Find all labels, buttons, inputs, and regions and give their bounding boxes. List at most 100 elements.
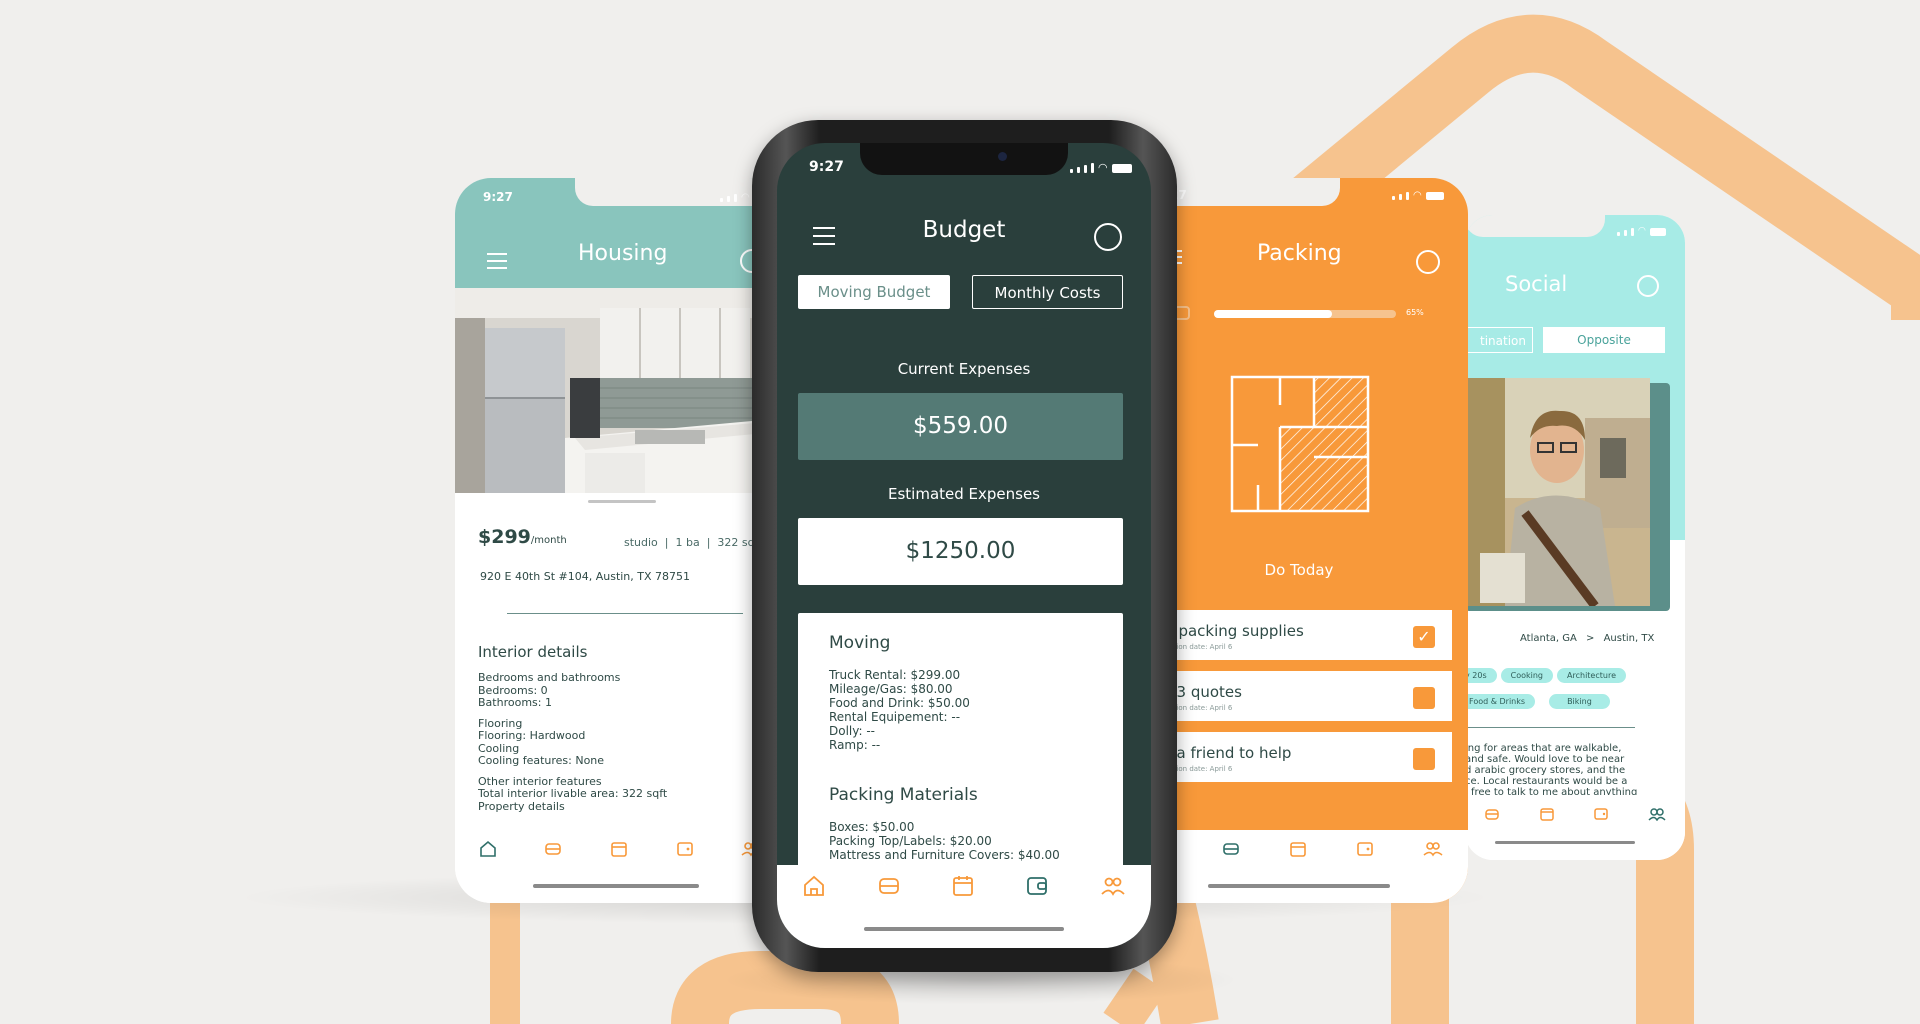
sheet-handle: [588, 500, 656, 503]
wifi-icon: ◠: [1098, 161, 1108, 174]
social-tab-opposite[interactable]: Opposite: [1543, 327, 1665, 353]
status-time: 9:27: [483, 190, 513, 204]
wallet-icon[interactable]: [1593, 807, 1609, 821]
box-icon[interactable]: [1484, 807, 1500, 821]
bio-line: and safe. Would love to be near: [1465, 754, 1625, 765]
social-tab-destination[interactable]: tination: [1465, 327, 1533, 353]
wallet-icon[interactable]: [676, 841, 694, 857]
task-item[interactable]: Get 3 quotes Completion date: April 6: [1130, 671, 1452, 721]
housing-title: Housing: [578, 241, 668, 266]
housing-status-icons: ◠: [720, 193, 750, 203]
breakdown-card: Moving Truck Rental: $299.00 Mileage/Gas:…: [798, 613, 1123, 873]
estimated-expenses-label: Estimated Expenses: [887, 485, 1040, 503]
progress-fill: [1214, 310, 1333, 318]
housing-screen: 9:27 ◠ Housing $299/month studio | 1 ba …: [455, 178, 785, 903]
price-value: $299: [478, 526, 531, 548]
route-from: Atlanta, GA: [1520, 633, 1577, 644]
packing-bottom-nav: [1130, 830, 1468, 903]
kitchen-photo: [455, 288, 785, 493]
budget-status-icons: ◠: [1070, 161, 1132, 174]
detail-line: Rental Equipement: --: [829, 710, 961, 724]
bio-line: ing for areas that are walkable,: [1465, 743, 1622, 754]
interest-tag[interactable]: Biking: [1549, 694, 1610, 709]
wallet-icon[interactable]: [1356, 841, 1374, 857]
detail-line: Bathrooms: 1: [478, 696, 552, 709]
tab-label: Monthly Costs: [994, 284, 1101, 302]
estimated-expenses-box: $1250.00: [798, 518, 1123, 585]
interest-tag[interactable]: Cooking: [1500, 668, 1554, 683]
profile-icon[interactable]: [1416, 250, 1440, 274]
detail-line: Property details: [478, 799, 565, 813]
task-item[interactable]: Ask a friend to help Completion date: Apr…: [1130, 732, 1452, 782]
bio-line: d arabic grocery stores, and the: [1465, 765, 1626, 776]
checkbox-icon[interactable]: [1413, 748, 1435, 770]
status-time: 9:27: [809, 159, 844, 175]
detail-line: Mileage/Gas: $80.00: [829, 682, 953, 696]
calendar-icon[interactable]: [1289, 840, 1307, 858]
box-icon[interactable]: [878, 876, 900, 896]
tab-label: Opposite: [1577, 333, 1631, 347]
progress-label: 65%: [1406, 308, 1424, 317]
menu-icon[interactable]: [487, 253, 507, 269]
housing-bottom-nav: [455, 830, 785, 903]
people-icon[interactable]: [1648, 807, 1666, 821]
tags-row-1: y 20s Cooking Architecture: [1465, 663, 1630, 689]
home-icon[interactable]: [803, 875, 825, 897]
packing-title: Packing: [1257, 241, 1342, 266]
tab-label: tination: [1480, 334, 1526, 348]
current-expenses-label: Current Expenses: [897, 360, 1031, 378]
do-today-label: Do Today: [1264, 561, 1334, 579]
detail-line: Boxes: $50.00: [829, 820, 915, 834]
checkbox-checked-icon[interactable]: ✓: [1413, 626, 1435, 648]
tab-moving-budget[interactable]: Moving Budget: [798, 275, 950, 309]
calendar-icon[interactable]: [952, 875, 974, 897]
tab-label: Moving Budget: [817, 283, 931, 301]
home-indicator: [1495, 841, 1635, 844]
profile-icon[interactable]: [1637, 275, 1659, 297]
task-item[interactable]: Buy packing supplies Completion date: Apr…: [1130, 610, 1452, 660]
calendar-icon[interactable]: [1539, 806, 1555, 822]
address: 920 E 40th St #104, Austin, TX 78751: [480, 570, 691, 583]
social-screen: ◠ Social tination Opposite Atlanta, GA >…: [1465, 215, 1685, 860]
social-status-icons: ◠: [1617, 227, 1666, 236]
detail-line: Cooling features: None: [478, 754, 605, 767]
bio-line: ce. Local restaurants would be a: [1465, 776, 1628, 787]
route-row: Atlanta, GA > Austin, TX: [1520, 633, 1654, 644]
checkbox-icon[interactable]: [1413, 687, 1435, 709]
calendar-icon[interactable]: [610, 840, 628, 858]
people-icon[interactable]: [1423, 841, 1443, 857]
packing-progress-bar: [1214, 310, 1396, 318]
chevron-right-icon: >: [1586, 633, 1595, 644]
tab-monthly-costs[interactable]: Monthly Costs: [972, 275, 1123, 309]
budget-screen: 9:27 ◠ Budget Moving Budget Monthly Cost…: [777, 143, 1151, 948]
interest-tag[interactable]: Food & Drinks: [1465, 694, 1536, 709]
box-icon[interactable]: [1222, 841, 1240, 857]
detail-line: Bedrooms and bathrooms: [478, 672, 621, 684]
detail-line: Ramp: --: [829, 738, 881, 752]
profile-photo: [1465, 378, 1650, 606]
unit-specs: studio | 1 ba | 322 sq: [624, 536, 755, 549]
social-title: Social: [1505, 272, 1568, 296]
budget-bottom-nav: [777, 865, 1151, 948]
moving-items: Truck Rental: $299.00 Mileage/Gas: $80.00…: [829, 668, 970, 752]
price: $299/month: [478, 526, 567, 548]
tags-row-2: Food & Drinks Biking: [1465, 689, 1614, 715]
home-icon[interactable]: [479, 840, 497, 858]
interest-tag[interactable]: y 20s: [1465, 668, 1497, 683]
social-bottom-nav: [1465, 797, 1685, 860]
detail-line: Dolly: --: [829, 724, 875, 738]
current-expenses-box: $559.00: [798, 393, 1123, 460]
floor-plan-icon: [1230, 375, 1370, 513]
people-icon[interactable]: [1101, 876, 1125, 896]
bio-line: l free to talk to me about anything: [1465, 787, 1638, 795]
detail-line: Packing Top/Labels: $20.00: [829, 834, 992, 848]
home-indicator: [864, 927, 1064, 931]
profile-icon[interactable]: [1094, 223, 1122, 251]
route-to: Austin, TX: [1603, 633, 1655, 644]
packing-status-icons: ◠: [1392, 191, 1444, 201]
box-icon[interactable]: [544, 841, 562, 857]
wallet-icon[interactable]: [1026, 876, 1048, 896]
bio-text: ing for areas that are walkable, and saf…: [1465, 743, 1637, 795]
divider: [507, 613, 743, 614]
interest-tag[interactable]: Architecture: [1557, 668, 1626, 683]
